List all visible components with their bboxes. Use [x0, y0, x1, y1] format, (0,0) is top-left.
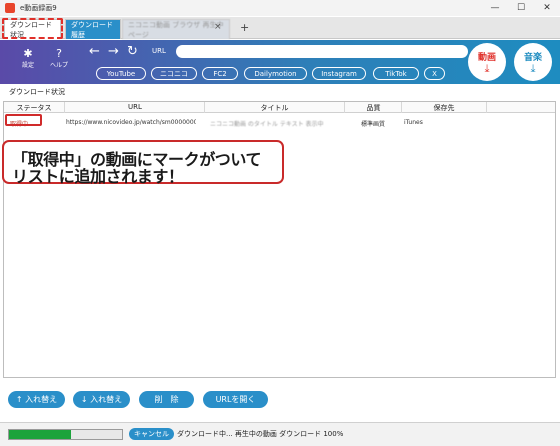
- site-niconico-button[interactable]: ニコニコ: [151, 67, 197, 80]
- column-header-url[interactable]: URL: [65, 103, 205, 111]
- site-fc2-button[interactable]: FC2: [202, 67, 238, 80]
- close-button[interactable]: ✕: [534, 0, 560, 16]
- open-url-button[interactable]: URLを開く: [203, 391, 268, 408]
- site-dailymotion-button[interactable]: Dailymotion: [244, 67, 307, 80]
- window-controls: — ☐ ✕: [482, 0, 560, 16]
- title-bar: e動画録画9 — ☐ ✕: [0, 0, 560, 16]
- tab-download-history[interactable]: ダウンロード履歴: [65, 19, 121, 39]
- minimize-button[interactable]: —: [482, 0, 508, 16]
- column-header-status[interactable]: ステータス: [4, 103, 64, 113]
- move-down-button[interactable]: ↓ 入れ替え: [73, 391, 130, 408]
- maximize-button[interactable]: ☐: [508, 0, 534, 16]
- tab-highlight-annotation: [2, 18, 63, 39]
- reload-icon[interactable]: ↻: [127, 44, 138, 59]
- url-input[interactable]: [176, 45, 468, 58]
- help-button[interactable]: ? ヘルプ: [45, 47, 73, 70]
- tab-label: ダウンロード履歴: [71, 20, 113, 39]
- url-label: URL: [152, 47, 166, 55]
- settings-label: 設定: [21, 62, 34, 69]
- row-quality: 標準画質: [361, 121, 386, 128]
- tab-label: ニコニコ動画 ブラウザ 再生中 ページ: [128, 20, 224, 39]
- progress-fill: [9, 430, 72, 439]
- column-header-destination[interactable]: 保存先: [402, 103, 486, 113]
- callout-annotation: 「取得中」の動画にマークがついて リストに追加されます！: [2, 140, 284, 186]
- status-text: ダウンロード中... 再生中の動画 ダウンロード 100%: [177, 430, 344, 438]
- back-arrow-icon[interactable]: ←: [89, 44, 100, 59]
- download-icon: ⤓: [484, 62, 490, 75]
- move-up-button[interactable]: ↑ 入れ替え: [8, 391, 65, 408]
- app-logo-icon: [5, 3, 15, 13]
- toolbar: ✱ 設定 ? ヘルプ ← → ↻ URL YouTube ニコニコ FC2 Da…: [0, 40, 560, 84]
- status-highlight-annotation: [5, 114, 42, 126]
- site-instagram-button[interactable]: Instagram: [312, 67, 366, 80]
- download-icon: ⤓: [530, 62, 536, 75]
- tab-close-icon[interactable]: ×: [214, 22, 222, 32]
- window-title: e動画録画9: [20, 4, 57, 12]
- forward-arrow-icon[interactable]: →: [108, 44, 119, 59]
- tab-strip: ダウンロード状況 ダウンロード履歴 ニコニコ動画 ブラウザ 再生中 ページ: [0, 17, 560, 39]
- row-url: https://www.nicovideo.jp/watch/sm0000000…: [66, 119, 196, 126]
- help-label: ヘルプ: [49, 62, 68, 69]
- site-tiktok-button[interactable]: TikTok: [373, 67, 419, 80]
- column-header-quality[interactable]: 品質: [345, 103, 402, 113]
- column-divider[interactable]: [486, 102, 487, 113]
- site-youtube-button[interactable]: YouTube: [96, 67, 146, 80]
- delete-button[interactable]: 削 除: [139, 391, 194, 408]
- video-download-button[interactable]: 動画 ⤓: [468, 43, 506, 81]
- site-x-button[interactable]: X: [424, 67, 445, 80]
- settings-button[interactable]: ✱ 設定: [14, 47, 42, 70]
- music-download-button[interactable]: 音楽 ⤓: [514, 43, 552, 81]
- section-title: ダウンロード状況: [9, 88, 65, 96]
- row-destination: iTunes: [404, 119, 423, 126]
- cancel-button[interactable]: キャンセル: [129, 428, 174, 440]
- row-title: ニコニコ動画 のタイトル テキスト 表示中: [210, 121, 324, 128]
- status-bar: キャンセル ダウンロード中... 再生中の動画 ダウンロード 100%: [0, 422, 560, 446]
- new-tab-button[interactable]: +: [240, 21, 249, 34]
- column-header-title[interactable]: タイトル: [205, 103, 344, 113]
- callout-line-2: リストに追加されます！: [12, 167, 184, 186]
- download-progress-bar: [8, 429, 123, 440]
- table-header: ステータス URL タイトル 品質 保存先: [4, 102, 555, 113]
- help-icon: ?: [56, 47, 62, 60]
- gear-icon: ✱: [23, 47, 33, 60]
